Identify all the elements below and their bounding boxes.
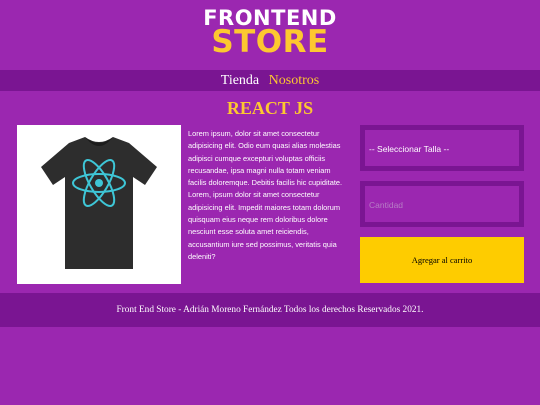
main-nav: Tienda Nosotros [0, 70, 540, 91]
nav-link-nosotros[interactable]: Nosotros [269, 73, 320, 88]
add-to-cart-button[interactable]: Agregar al carrito [360, 237, 524, 283]
footer: Front End Store - Adrián Moreno Fernánde… [0, 293, 540, 327]
size-select[interactable]: -- Seleccionar Talla -- [360, 125, 524, 171]
react-tshirt-image [17, 125, 181, 284]
product-title: REACT JS [226, 98, 314, 118]
footer-text: Front End Store - Adrián Moreno Fernánde… [116, 305, 424, 315]
logo-text-store: STORE [211, 24, 329, 60]
quantity-input[interactable]: Cantidad [360, 181, 524, 227]
product-image [17, 125, 181, 284]
product-description: Lorem ipsum, dolor sit amet consectetur … [188, 129, 343, 261]
store-logo[interactable]: FRONTEND STORE [0, 8, 540, 58]
nav-link-tienda[interactable]: Tienda [221, 73, 259, 88]
header: FRONTEND STORE [0, 0, 540, 70]
